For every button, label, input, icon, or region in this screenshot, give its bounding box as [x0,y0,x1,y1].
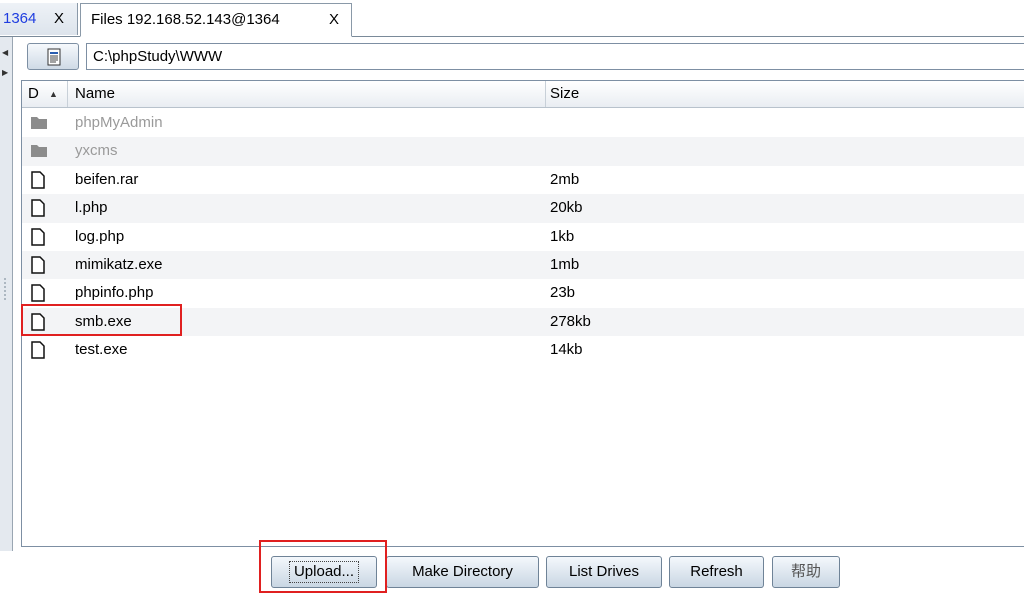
file-name: log.php [75,227,125,245]
file-name: phpMyAdmin [75,114,163,131]
file-icon [31,227,45,246]
file-name: test.exe [75,341,128,359]
path-bar [24,42,1024,72]
file-icon [31,171,45,189]
file-name: phpinfo.php [75,284,154,302]
table-row[interactable]: smb.exe 278kb [22,307,1024,337]
refresh-button[interactable]: Refresh [669,556,764,588]
tab-bar: 1364 X Files 192.168.52.143@1364 X [0,0,1024,37]
tab-session-label: 1364 [3,10,37,27]
left-splitter[interactable]: ◀ ▶ [0,37,13,551]
file-icon [31,341,45,359]
file-icon [31,312,45,331]
file-icon [31,199,45,217]
file-size: 278kb [550,312,591,330]
column-header-name-label: Name [75,85,116,102]
help-button[interactable]: 帮助 [772,556,840,588]
table-row[interactable]: phpMyAdmin [22,109,1024,137]
file-name: smb.exe [75,312,132,330]
table-row[interactable]: yxcms [22,137,1024,166]
splitter-grip-icon[interactable] [3,277,7,301]
path-input[interactable] [86,43,1024,70]
file-table: D ▲ Name Size phpMyAdmin yxcms beifen.ra… [21,80,1024,547]
folder-icon [31,117,47,129]
tab-session[interactable]: 1364 X [0,3,78,35]
folder-icon [31,145,47,158]
expand-right-arrow-icon[interactable]: ▶ [2,69,8,77]
column-header-name[interactable]: Name [68,81,546,107]
upload-button-label: Upload... [288,561,360,583]
table-body: phpMyAdmin yxcms beifen.rar 2mb l.php 20… [22,109,1024,365]
column-header-d-label: D [28,85,39,102]
table-row[interactable]: test.exe 14kb [22,336,1024,364]
file-size: 1mb [550,255,580,273]
file-name: beifen.rar [75,170,139,188]
make-directory-button[interactable]: Make Directory [386,556,539,588]
file-name: mimikatz.exe [75,255,163,273]
file-size: 14kb [550,341,583,359]
file-name: yxcms [75,142,118,160]
tab-files[interactable]: Files 192.168.52.143@1364 X [80,3,352,37]
file-size: 20kb [550,199,583,217]
column-header-size[interactable]: Size [546,81,1024,107]
file-size: 1kb [550,227,575,245]
table-row[interactable]: l.php 20kb [22,194,1024,223]
collapse-left-arrow-icon[interactable]: ◀ [2,49,8,57]
column-header-size-label: Size [550,85,580,102]
table-row[interactable]: beifen.rar 2mb [22,166,1024,194]
path-document-button[interactable] [27,43,79,70]
document-icon [47,48,61,66]
table-row[interactable]: phpinfo.php 23b [22,279,1024,307]
file-size: 2mb [550,170,580,188]
sort-ascending-icon: ▲ [49,89,58,99]
table-row[interactable]: log.php 1kb [22,223,1024,251]
tab-files-label: Files 192.168.52.143@1364 [91,11,280,28]
button-bar: Upload... Make Directory List Drives Ref… [0,551,1024,593]
tab-files-close-button[interactable]: X [329,4,339,36]
table-header: D ▲ Name Size [22,81,1024,108]
file-icon [31,256,45,274]
tab-session-close-button[interactable]: X [54,3,64,35]
upload-button[interactable]: Upload... [271,556,377,588]
table-row[interactable]: mimikatz.exe 1mb [22,250,1024,280]
column-header-d[interactable]: D ▲ [22,81,68,107]
list-drives-button[interactable]: List Drives [546,556,662,588]
file-icon [31,284,45,303]
file-name: l.php [75,199,108,217]
file-size: 23b [550,284,576,302]
